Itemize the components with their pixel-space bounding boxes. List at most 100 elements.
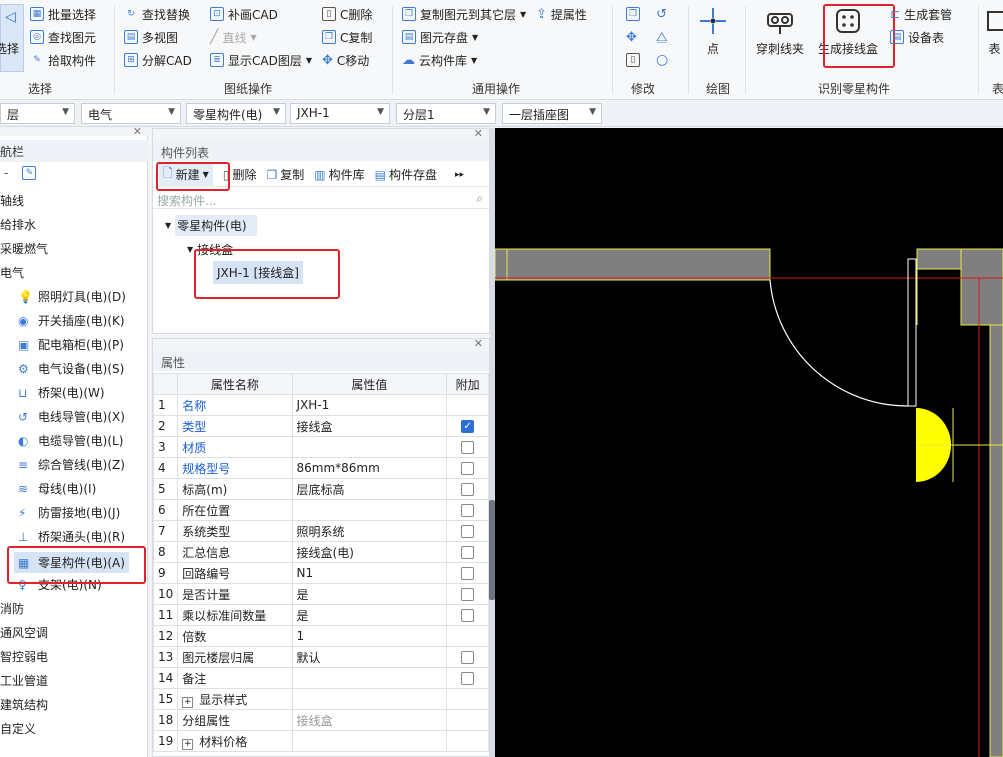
property-value[interactable] (291, 730, 448, 752)
property-row[interactable]: 7 系统类型 照明系统 (152, 520, 489, 542)
nav-item[interactable]: 工业管道 (0, 672, 48, 689)
line-button[interactable]: ╱ 直线 ▼ (210, 27, 257, 47)
property-value[interactable]: 默认 (291, 646, 448, 668)
property-value[interactable]: 1 (291, 625, 448, 647)
extra-checkbox[interactable] (461, 546, 475, 559)
point-draw-button[interactable]: 点 (698, 6, 728, 57)
extra-checkbox[interactable]: ✓ (461, 420, 475, 433)
extra-checkbox[interactable] (461, 483, 475, 496)
nav-item[interactable]: ▦ 零星构件(电)(A) (14, 552, 129, 573)
extra-checkbox[interactable] (461, 588, 475, 601)
component-type-select[interactable]: 零星构件(电) ▼ (186, 103, 286, 124)
nav-item[interactable]: 💡 照明灯具(电)(D) (18, 288, 126, 305)
floor-select[interactable]: 层 ▼ (0, 103, 75, 124)
property-value[interactable]: 接线盒 (291, 415, 448, 437)
expand-plus-icon[interactable]: + (182, 738, 194, 750)
table-button[interactable]: 表 (986, 6, 1003, 57)
nav-item[interactable]: ◉ 开关插座(电)(K) (18, 312, 125, 329)
component-library-button[interactable]: ▥ 构件库 (314, 166, 364, 183)
nav-item[interactable]: ↺ 电线导管(电)(X) (18, 408, 125, 425)
pick-component-button[interactable]: ✎ 拾取构件 (30, 50, 96, 70)
c-copy-button[interactable]: ❐ C复制 (322, 27, 372, 47)
sublayer-select[interactable]: 分层1 ▼ (396, 103, 496, 124)
edit-icon[interactable]: ✎ (22, 166, 37, 180)
nav-item[interactable]: 通风空调 (0, 624, 48, 641)
property-value[interactable] (291, 499, 448, 521)
property-row[interactable]: 1 名称 JXH-1 (152, 394, 489, 416)
modify-copy-button[interactable]: ❐ (626, 4, 640, 24)
extra-checkbox[interactable] (461, 651, 475, 664)
property-value[interactable]: 照明系统 (291, 520, 448, 542)
generate-junction-box-button[interactable]: 生成接线盒 (818, 6, 878, 57)
extra-checkbox[interactable] (461, 567, 475, 580)
extract-attributes-button[interactable]: ⇪ 提属性 (536, 4, 587, 24)
copy-component-button[interactable]: ❐ 复制 (266, 166, 304, 183)
piercing-clamp-button[interactable]: 穿刺线夹 (756, 6, 804, 57)
nav-item[interactable]: 给排水 (0, 216, 36, 233)
copy-to-layer-button[interactable]: ❐ 复制图元到其它层 ▼ (402, 4, 526, 24)
nav-item[interactable]: ⚙ 电气设备(电)(S) (18, 360, 124, 377)
drawing-select[interactable]: 一层插座图 ▼ (502, 103, 602, 124)
modify-circle-button[interactable]: ○ (656, 50, 668, 70)
nav-item[interactable]: 智控弱电 (0, 648, 48, 665)
property-value[interactable] (291, 688, 448, 710)
new-component-button[interactable]: 🗋 新建 ▼ (159, 162, 213, 187)
modify-move-button[interactable]: ✥ (626, 27, 637, 47)
property-row[interactable]: 5 标高(m) 层底标高 (152, 478, 489, 500)
property-row[interactable]: 13 图元楼层归属 默认 (152, 646, 489, 668)
explode-cad-button[interactable]: ⊞ 分解CAD (124, 50, 192, 70)
property-row[interactable]: 10 是否计量 是 (152, 583, 489, 605)
nav-item[interactable]: 建筑结构 (0, 696, 48, 713)
find-replace-button[interactable]: ↻ 查找替换 (124, 4, 190, 24)
property-row[interactable]: 15 + 显示样式 (152, 688, 489, 710)
discipline-select[interactable]: 电气 ▼ (81, 103, 181, 124)
nav-item[interactable]: ≋ 母线(电)(I) (18, 480, 96, 497)
property-row[interactable]: 4 规格型号 86mm*86mm (152, 457, 489, 479)
cad-canvas[interactable] (495, 128, 1003, 757)
close-icon[interactable]: ✕ (474, 127, 483, 140)
multi-view-button[interactable]: ▤ 多视图 (124, 27, 178, 47)
component-select[interactable]: JXH-1 ▼ (290, 103, 390, 124)
property-value[interactable]: N1 (291, 562, 448, 584)
expand-plus-icon[interactable]: + (182, 696, 194, 708)
modify-rotate-button[interactable]: ↺ (656, 4, 667, 24)
component-save-button[interactable]: ▤ 构件存盘 (375, 166, 437, 183)
property-value[interactable]: 是 (291, 583, 448, 605)
overflow-icon[interactable]: ▸▸ (455, 170, 464, 180)
draw-cad-button[interactable]: ⊡ 补画CAD (210, 4, 278, 24)
nav-item[interactable]: 电气 (0, 264, 24, 281)
nav-item[interactable]: ⚡ 防雷接地(电)(J) (18, 504, 120, 521)
property-value[interactable]: 接线盒(电) (291, 541, 448, 563)
property-value[interactable]: 是 (291, 604, 448, 626)
property-row[interactable]: 14 备注 (152, 667, 489, 689)
nav-item[interactable]: ⊥ 桥架通头(电)(R) (18, 528, 125, 545)
modify-delete-button[interactable]: ▯ (626, 50, 640, 70)
property-row[interactable]: 3 材质 (152, 436, 489, 458)
property-row[interactable]: 2 类型 接线盒 ✓ (152, 415, 489, 437)
extra-checkbox[interactable] (461, 525, 475, 538)
property-value[interactable] (291, 667, 448, 689)
property-value[interactable]: 层底标高 (291, 478, 448, 500)
property-row[interactable]: 6 所在位置 (152, 499, 489, 521)
property-row[interactable]: 12 倍数 1 (152, 625, 489, 647)
nav-item[interactable]: ▣ 配电箱柜(电)(P) (18, 336, 124, 353)
tree-leaf-jxh-1[interactable]: JXH-1 [接线盒] (213, 261, 303, 284)
show-cad-layers-button[interactable]: ≣ 显示CAD图层 ▼ (210, 50, 312, 70)
nav-item[interactable]: ≡ 综合管线(电)(Z) (18, 456, 125, 473)
nav-item[interactable]: ♀ 支架(电)(N) (18, 576, 102, 593)
nav-item[interactable]: ⊔ 桥架(电)(W) (18, 384, 105, 401)
device-table-button[interactable]: ▤ 设备表 (890, 27, 944, 47)
property-row[interactable]: 19 + 材料价格 (152, 730, 489, 752)
property-value[interactable] (291, 436, 448, 458)
close-icon[interactable]: ✕ (133, 125, 142, 138)
nav-item[interactable]: 自定义 (0, 720, 36, 737)
extra-checkbox[interactable] (461, 672, 475, 685)
nav-item[interactable]: 采暖燃气 (0, 240, 48, 257)
element-save-button[interactable]: ▤ 图元存盘 ▼ (402, 27, 478, 47)
modify-mirror-button[interactable]: ⧋ (656, 27, 668, 47)
select-button[interactable]: ◁ 选择 (0, 4, 24, 72)
nav-item[interactable]: 轴线 (0, 192, 24, 209)
close-icon[interactable]: ✕ (474, 337, 483, 350)
property-value[interactable]: 86mm*86mm (291, 457, 448, 479)
property-row[interactable]: 8 汇总信息 接线盒(电) (152, 541, 489, 563)
